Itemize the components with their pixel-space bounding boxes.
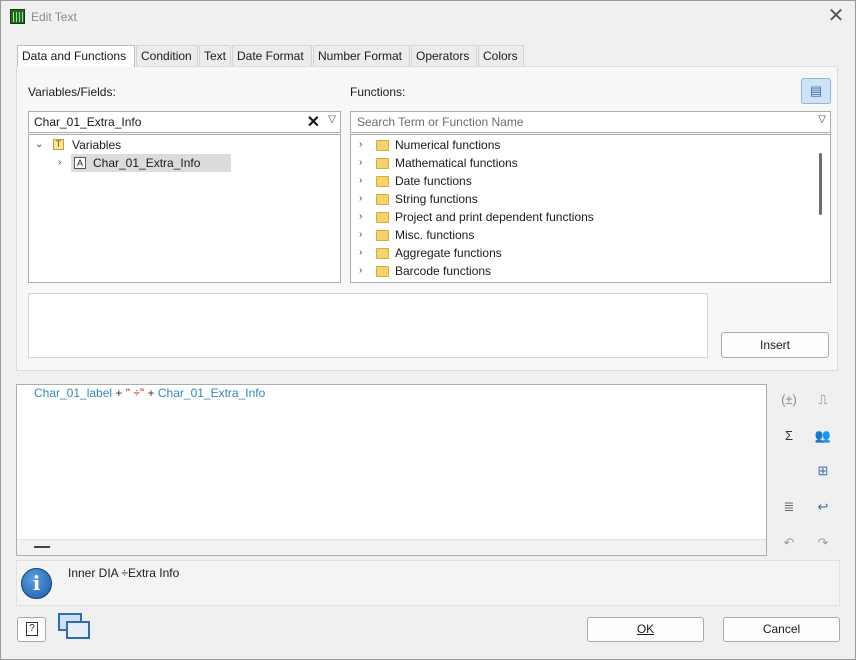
info-text: Inner DIA ÷Extra Info <box>68 566 180 580</box>
tab-date-format[interactable]: Date Format <box>232 45 312 66</box>
variables-label: Variables/Fields: <box>28 85 116 99</box>
variable-type-icon: T <box>53 139 64 150</box>
data-and-functions-panel: Variables/Fields: Functions: ▤ Char_01_E… <box>16 66 838 371</box>
variables-combo[interactable]: Char_01_Extra_Info ✕ ▽ <box>28 111 341 133</box>
insert-button-label: Insert <box>759 338 790 352</box>
chevron-right-icon[interactable]: › <box>58 154 61 172</box>
tree-root-label: Variables <box>72 138 122 152</box>
function-search-input[interactable]: Search Term or Function Name ▽ <box>350 111 831 133</box>
formula-text[interactable]: Char_01_label + " ÷" + Char_01_Extra_Inf… <box>34 386 265 400</box>
formula-editor[interactable]: Char_01_label + " ÷" + Char_01_Extra_Inf… <box>16 384 767 556</box>
sum-icon[interactable]: Σ <box>779 426 799 446</box>
window-title: Edit Text <box>31 10 77 24</box>
info-icon: i <box>21 568 52 599</box>
chevron-down-icon[interactable]: ▽ <box>818 114 826 125</box>
folder-icon <box>376 248 389 259</box>
function-search-placeholder: Search Term or Function Name <box>357 115 524 129</box>
clear-icon[interactable]: ✕ <box>307 112 320 132</box>
edit-text-window: Edit Text ✕ Data and Functions Condition… <box>0 0 856 660</box>
tab-operators[interactable]: Operators <box>411 45 477 66</box>
outdent-icon[interactable]: ↩ <box>813 497 833 517</box>
tab-condition[interactable]: Condition <box>136 45 198 66</box>
app-icon <box>10 9 25 24</box>
insert-button[interactable]: Insert <box>721 332 829 358</box>
info-bar: i Inner DIA ÷Extra Info <box>16 560 840 606</box>
chevron-down-icon[interactable]: ⌄ <box>35 136 43 154</box>
folder-icon <box>376 266 389 277</box>
indent-icon[interactable]: ≣ <box>779 497 799 517</box>
folder-icon <box>376 212 389 223</box>
title-bar: Edit Text ✕ <box>1 1 855 33</box>
undo-icon[interactable]: ↶ <box>779 533 799 553</box>
folder-icon <box>376 230 389 241</box>
functions-tree: › Numerical functions › Mathematical fun… <box>350 134 831 283</box>
variables-combo-value: Char_01_Extra_Info <box>34 115 142 129</box>
redo-icon[interactable]: ↷ <box>813 533 833 553</box>
ok-button[interactable]: OK <box>587 617 704 642</box>
folder-icon <box>376 140 389 151</box>
help-icon: ? <box>26 622 38 636</box>
editor-status-strip <box>17 539 766 555</box>
help-button[interactable]: ? <box>17 617 46 642</box>
cancel-button-label: Cancel <box>762 622 801 636</box>
layout-toggle-icon[interactable]: ▤ <box>801 78 831 104</box>
functions-scrollbar[interactable] <box>819 153 822 215</box>
functions-label: Functions: <box>350 85 406 99</box>
folder-icon <box>376 194 389 205</box>
folder-icon <box>376 176 389 187</box>
chevron-down-icon[interactable]: ▽ <box>328 114 336 125</box>
folder-icon <box>376 158 389 169</box>
variables-tree: ⌄ T Variables › A Char_01_Extra_Info <box>28 134 341 283</box>
tab-data-and-functions[interactable]: Data and Functions <box>17 45 135 67</box>
string-field-icon: A <box>74 157 86 169</box>
insert-field-icon[interactable]: ⊞ <box>813 461 833 481</box>
tree-item-char-01-extra-info[interactable]: › A Char_01_Extra_Info <box>53 154 313 172</box>
collapse-handle-icon[interactable] <box>34 546 50 548</box>
tab-colors[interactable]: Colors <box>478 45 524 66</box>
tab-number-format[interactable]: Number Format <box>313 45 410 66</box>
ok-button-label: OK <box>636 622 655 636</box>
window-mode-icon[interactable] <box>58 613 92 643</box>
tree-child-label: Char_01_Extra_Info <box>93 156 201 170</box>
cancel-button[interactable]: Cancel <box>723 617 840 642</box>
users-icon[interactable]: 👥 <box>813 426 833 446</box>
wrap-parentheses-icon[interactable]: (±) <box>779 390 799 410</box>
close-icon[interactable]: ✕ <box>825 5 847 27</box>
tab-text[interactable]: Text <box>199 45 231 66</box>
insert-block-icon[interactable]: ⎍ <box>813 390 833 410</box>
function-description-box <box>28 293 708 358</box>
